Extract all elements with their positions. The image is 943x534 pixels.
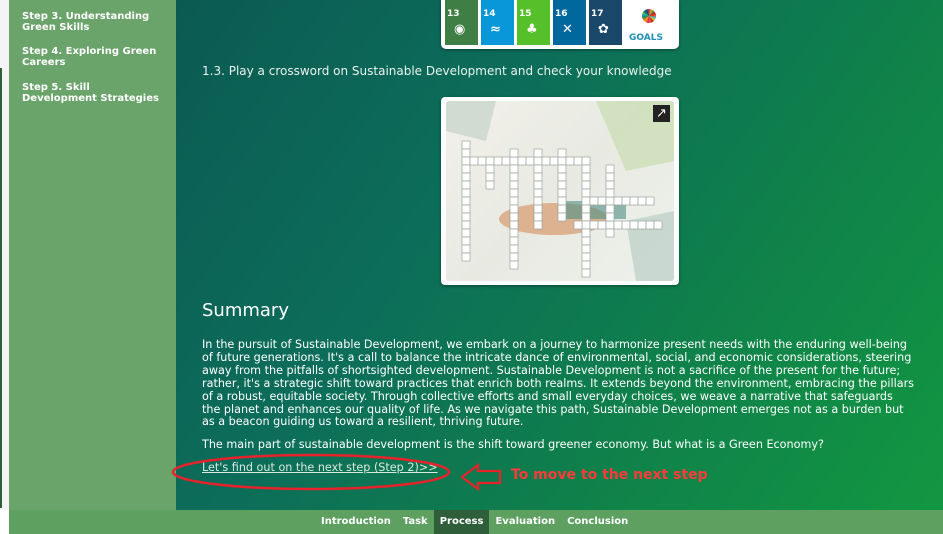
sdg-tile-15: 15 ♣ xyxy=(517,0,550,45)
tab-task[interactable]: Task xyxy=(397,510,434,534)
expand-icon[interactable]: ↗ xyxy=(653,105,670,122)
eye-icon: ◉ xyxy=(454,22,466,37)
sdg-tile-13: 13 ◉ xyxy=(445,0,478,45)
next-step-link[interactable]: Let's find out on the next step (Step 2)… xyxy=(202,461,438,474)
tab-introduction[interactable]: Introduction xyxy=(315,510,397,534)
crossword-grid xyxy=(446,101,674,281)
sdg-tile-14: 14 ≈ xyxy=(481,0,514,45)
sidebar-item-step-4[interactable]: Step 4. Exploring Green Careers xyxy=(9,46,162,68)
crossword-caption: 1.3. Play a crossword on Sustainable Dev… xyxy=(202,64,672,78)
tree-icon: ♣ xyxy=(526,22,538,37)
sidebar: Step 3. Understanding Green Skills Step … xyxy=(9,0,176,510)
tab-process[interactable]: Process xyxy=(433,510,490,534)
summary-paragraph: In the pursuit of Sustainable Developmen… xyxy=(202,338,914,429)
sdg-goals-logo: GOALS xyxy=(625,0,675,45)
main-content: 13 ◉ 14 ≈ 15 ♣ 16 ✕ 17 ✿ GOALS 1.3. Play… xyxy=(176,0,943,510)
flower-icon: ✿ xyxy=(598,22,609,37)
tab-evaluation[interactable]: Evaluation xyxy=(489,510,561,534)
green-economy-question: The main part of sustainable development… xyxy=(202,438,824,451)
sdg-tile-16: 16 ✕ xyxy=(553,0,586,45)
sidebar-item-step-5[interactable]: Step 5. Skill Development Strategies xyxy=(9,82,162,104)
summary-heading: Summary xyxy=(202,300,289,321)
crossword-image: ↗ xyxy=(446,101,674,281)
sidebar-item-step-3[interactable]: Step 3. Understanding Green Skills xyxy=(9,11,162,33)
tab-conclusion[interactable]: Conclusion xyxy=(561,510,634,534)
sdg-wheel-icon xyxy=(642,9,656,23)
left-edge-bar xyxy=(0,68,2,508)
left-margin xyxy=(0,0,9,510)
dove-icon: ✕ xyxy=(562,22,573,37)
footer-nav: Introduction Task Process Evaluation Con… xyxy=(9,510,943,534)
sdg-goals-image: 13 ◉ 14 ≈ 15 ♣ 16 ✕ 17 ✿ GOALS xyxy=(441,0,679,49)
annotation-label: To move to the next step xyxy=(511,467,708,483)
sdg-tile-17: 17 ✿ xyxy=(589,0,622,45)
fish-icon: ≈ xyxy=(490,22,501,37)
crossword-image-link[interactable]: ↗ xyxy=(441,97,679,285)
